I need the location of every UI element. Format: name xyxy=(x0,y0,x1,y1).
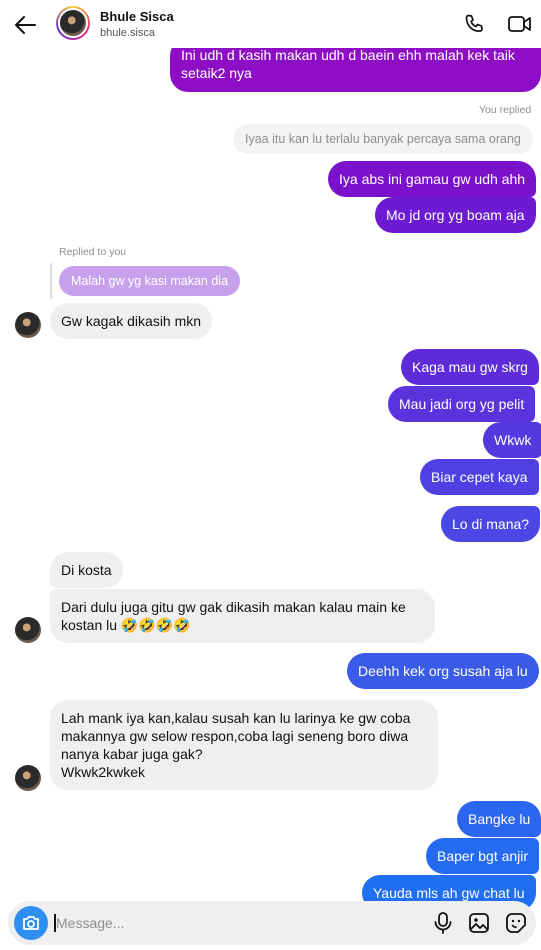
message-composer: Message... xyxy=(8,901,536,945)
incoming-message[interactable]: Lah mank iya kan,kalau susah kan lu lari… xyxy=(50,700,438,790)
sender-avatar[interactable] xyxy=(15,617,41,643)
outgoing-message[interactable]: Wkwk xyxy=(483,422,541,458)
message-input[interactable]: Message... xyxy=(56,915,124,931)
quoted-message[interactable]: Malah gw yg kasi makan dia xyxy=(59,266,241,296)
video-camera-icon[interactable] xyxy=(507,12,533,36)
sticker-icon[interactable] xyxy=(505,912,527,934)
microphone-icon[interactable] xyxy=(432,911,454,935)
gallery-icon[interactable] xyxy=(468,912,490,934)
outgoing-message[interactable]: Baper bgt anjir xyxy=(426,838,540,874)
sender-avatar[interactable] xyxy=(15,312,41,338)
reply-indicator xyxy=(50,263,52,299)
phone-icon[interactable] xyxy=(462,12,486,36)
outgoing-message[interactable]: Iya abs ini gamau gw udh ahh xyxy=(328,161,537,197)
outgoing-message[interactable]: Deehh kek org susah aja lu xyxy=(347,653,539,689)
back-arrow-icon[interactable] xyxy=(12,12,38,38)
outgoing-message[interactable]: Bangke lu xyxy=(457,801,541,837)
contact-avatar[interactable] xyxy=(56,6,90,40)
sender-avatar[interactable] xyxy=(15,765,41,791)
camera-icon xyxy=(23,916,39,930)
quoted-message[interactable]: Iyaa itu kan lu terlalu banyak percaya s… xyxy=(233,124,533,154)
you-replied-label: You replied xyxy=(479,104,532,116)
contact-username[interactable]: bhule.sisca xyxy=(100,27,155,39)
chat-header: Bhule Sisca bhule.sisca xyxy=(0,0,541,48)
outgoing-message[interactable]: Mo jd org yg boam aja xyxy=(375,197,536,233)
camera-button[interactable] xyxy=(14,906,48,940)
outgoing-message[interactable]: Biar cepet kaya xyxy=(420,459,539,495)
outgoing-message[interactable]: Mau jadi org yg pelit xyxy=(388,386,536,422)
incoming-message[interactable]: Di kosta xyxy=(50,552,123,588)
incoming-message[interactable]: Gw kagak dikasih mkn xyxy=(50,303,213,339)
outgoing-message[interactable]: Lo di mana? xyxy=(441,506,541,542)
replied-to-you-label: Replied to you xyxy=(59,246,127,258)
contact-name[interactable]: Bhule Sisca xyxy=(100,9,174,24)
outgoing-message[interactable]: Kaga mau gw skrg xyxy=(401,349,539,385)
incoming-message[interactable]: Dari dulu juga gitu gw gak dikasih makan… xyxy=(50,589,435,643)
